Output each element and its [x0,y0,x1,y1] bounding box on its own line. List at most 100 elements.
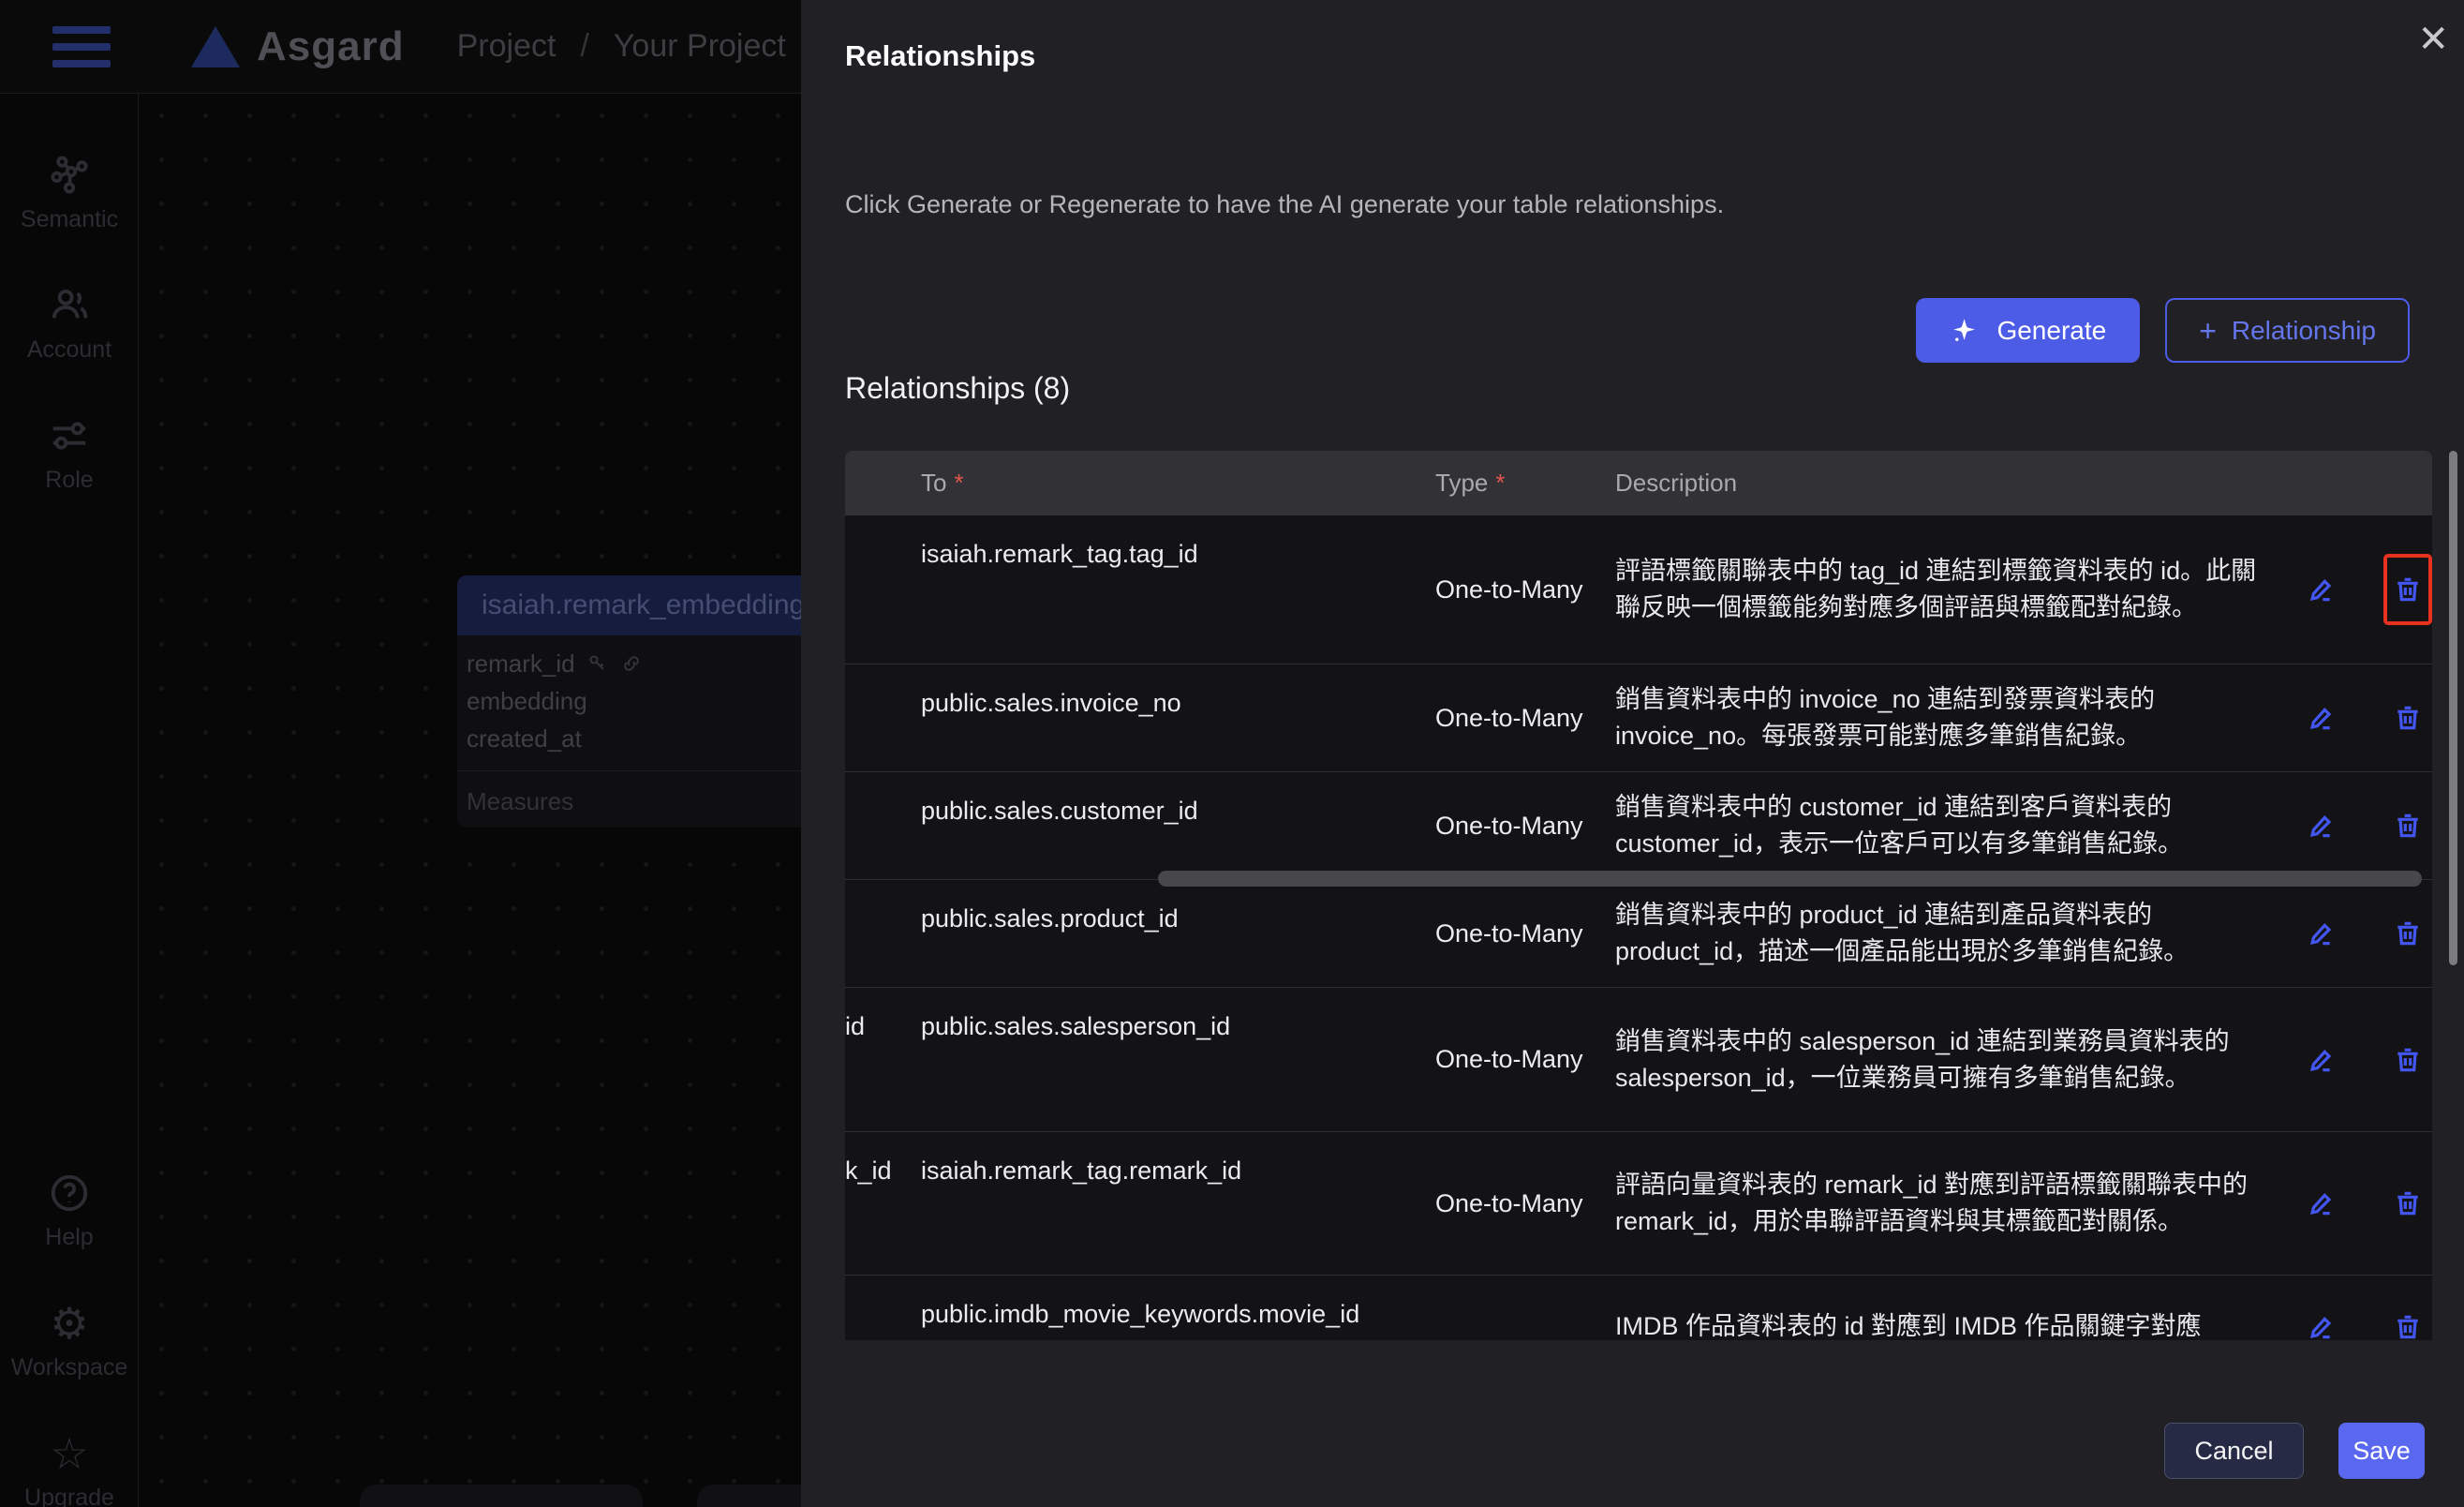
relationship-to-value: public.sales.customer_id [921,772,1435,879]
relationship-description: 評語標籤關聯表中的 tag_id 連結到標籤資料表的 id。此關聯反映一個標籤能… [1615,515,2271,664]
relationship-type-value: One-to-Many [1435,988,1615,1131]
relationship-type-value: One-to-Many [1435,1132,1615,1275]
key-icon [586,652,609,675]
relationship-description: 評語向量資料表的 remark_id 對應到評語標籤關聯表中的 remark_i… [1615,1132,2271,1275]
upgrade-star-icon: ☆ [50,1432,88,1475]
table-row: public.sales.invoice_no One-to-Many 銷售資料… [845,664,2432,771]
delete-trash-icon[interactable] [2383,682,2432,754]
relationship-description: 銷售資料表中的 invoice_no 連結到發票資料表的 invoice_no。… [1615,664,2271,771]
relationship-description: 銷售資料表中的 customer_id 連結到客戶資料表的 customer_i… [1615,772,2271,879]
sidebar-item-help[interactable]: Help [45,1171,93,1251]
relationships-count-heading: Relationships (8) [845,371,1070,406]
brand-name: Asgard [257,23,405,70]
semantic-graph-icon [48,154,91,197]
role-sliders-icon [48,414,91,457]
relationship-description: 銷售資料表中的 product_id 連結到產品資料表的 product_id，… [1615,880,2271,987]
from-column-fragment [845,1276,921,1340]
sidebar-item-label: Workspace [11,1354,128,1381]
account-person-icon [48,284,91,327]
sidebar-item-workspace[interactable]: ⚙ Workspace [11,1302,128,1381]
sidebar-item-label: Semantic [21,206,118,233]
field-remark-id[interactable]: remark_id nu [457,645,851,682]
modal-intro-text: Click Generate or Regenerate to have the… [845,190,1724,219]
col-to: To [921,469,946,497]
add-relationship-label: Relationship [2232,316,2376,346]
relationship-to-value: public.sales.invoice_no [921,664,1435,771]
asgard-logo-icon [191,26,240,67]
sparkle-icon [1950,315,1982,347]
workspace-gear-icon: ⚙ [50,1302,88,1345]
plus-icon: + [2199,316,2217,346]
relationships-modal: Relationships ✕ Click Generate or Regene… [801,0,2464,1507]
from-column-fragment [845,772,921,879]
help-icon [48,1171,91,1215]
table-row: public.sales.product_id One-to-Many 銷售資料… [845,879,2432,987]
table-card-title[interactable]: isaiah.remark_embeddings [457,575,851,635]
relationship-to-value: public.sales.salesperson_id [921,988,1435,1131]
table-row: k_id isaiah.remark_tag.remark_id One-to-… [845,1131,2432,1275]
field-created-at[interactable]: created_at [457,720,851,757]
edit-pencil-icon[interactable] [2307,1188,2337,1218]
edit-pencil-icon[interactable] [2307,574,2337,604]
table-card-remark-embeddings[interactable]: isaiah.remark_embeddings remark_id nu em… [457,575,851,828]
sidebar-item-role[interactable]: Role [45,414,93,494]
sidebar-item-upgrade[interactable]: ☆ Upgrade [24,1432,114,1507]
sidebar-item-semantic[interactable]: Semantic [21,154,118,233]
relationship-type-value: One-to-Many [1435,664,1615,771]
delete-trash-icon[interactable] [2383,1291,2432,1341]
vertical-scrollbar[interactable] [2449,451,2457,965]
relationship-description: 銷售資料表中的 salesperson_id 連結到業務員資料表的 salesp… [1615,988,2271,1131]
table-row: public.sales.customer_id One-to-Many 銷售資… [845,771,2432,879]
breadcrumb-project[interactable]: Project [457,28,557,65]
delete-trash-icon[interactable] [2383,554,2432,625]
required-asterisk: * [1495,469,1505,497]
relationship-to-value: isaiah.remark_tag.remark_id [921,1132,1435,1275]
delete-trash-icon[interactable] [2383,1168,2432,1239]
relationship-description: IMDB 作品資料表的 id 對應到 IMDB 作品關鍵字對應 [1615,1276,2271,1340]
edit-pencil-icon[interactable] [2307,703,2337,733]
edit-pencil-icon[interactable] [2307,918,2337,948]
from-column-fragment [845,515,921,664]
edit-pencil-icon[interactable] [2307,1045,2337,1075]
table-body: isaiah.remark_tag.tag_id One-to-Many 評語標… [845,515,2432,1340]
breadcrumb-your-project[interactable]: Your Project [614,28,786,65]
relationship-to-value: isaiah.remark_tag.tag_id [921,515,1435,664]
edit-pencil-icon[interactable] [2307,1312,2337,1341]
zoom-toolbar: 84% [360,1485,643,1507]
relationship-to-value: public.sales.product_id [921,880,1435,987]
table-row: isaiah.remark_tag.tag_id One-to-Many 評語標… [845,515,2432,664]
sidebar-item-account[interactable]: Account [27,284,111,364]
app-root: Asgard Project / Your Project / S Semant… [0,0,2464,1507]
from-column-fragment [845,664,921,771]
required-asterisk: * [954,469,963,497]
relationship-to-value: public.imdb_movie_keywords.movie_id [921,1276,1435,1340]
save-button[interactable]: Save [2338,1423,2425,1479]
generate-label: Generate [1996,316,2106,346]
table-header-row: To* Type* Description [845,451,2432,515]
close-icon[interactable]: ✕ [2417,21,2449,58]
delete-trash-icon[interactable] [2383,898,2432,969]
sidebar-item-label: Help [45,1224,93,1251]
measures-section-label: Measures [457,775,851,828]
modal-title: Relationships [845,39,1035,73]
delete-trash-icon[interactable] [2383,1024,2432,1096]
sidebar-item-label: Account [27,336,111,364]
table-row: public.imdb_movie_keywords.movie_id IMDB… [845,1275,2432,1340]
menu-icon[interactable] [52,26,111,67]
from-column-fragment: k_id [845,1132,921,1275]
from-column-fragment [845,880,921,987]
horizontal-scrollbar[interactable] [1158,871,2422,887]
sidebar-item-label: Upgrade [24,1485,114,1507]
generate-button[interactable]: Generate [1916,298,2140,363]
add-relationship-button[interactable]: + Relationship [2165,298,2410,363]
link-icon [620,652,643,675]
relationship-type-value: One-to-Many [1435,772,1615,879]
field-embedding[interactable]: embedding s [457,682,851,720]
col-description: Description [1615,469,1737,497]
edit-pencil-icon[interactable] [2307,811,2337,841]
relationship-type-value: One-to-Many [1435,880,1615,987]
cancel-button[interactable]: Cancel [2164,1423,2304,1479]
relationships-table: To* Type* Description isaiah.remark_tag.… [845,451,2432,1340]
delete-trash-icon[interactable] [2383,790,2432,861]
col-type: Type [1435,469,1488,497]
